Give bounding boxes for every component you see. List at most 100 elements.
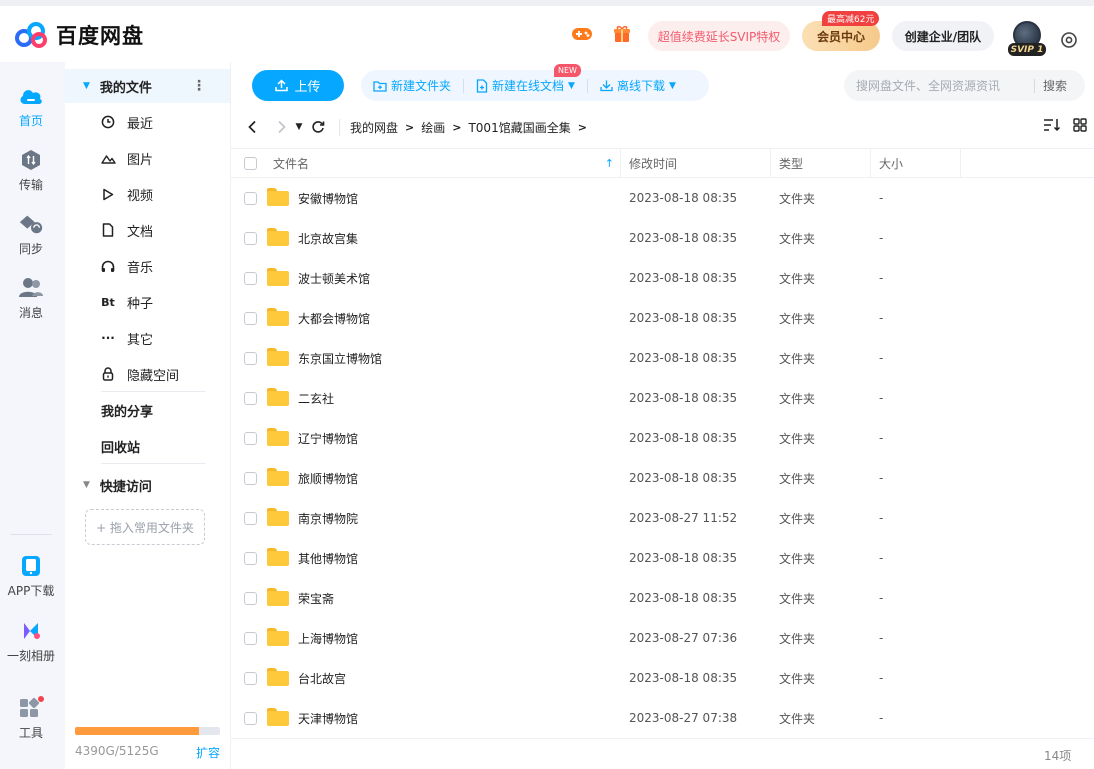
game-controller-icon[interactable] bbox=[571, 25, 593, 43]
rail-item-app-download[interactable]: APP下载 bbox=[0, 554, 62, 599]
column-label-type: 类型 bbox=[779, 157, 804, 171]
file-row[interactable]: 辽宁博物馆 2023-08-18 08:35 文件夹 - bbox=[231, 418, 1094, 458]
file-row[interactable]: 波士顿美术馆 2023-08-18 08:35 文件夹 - bbox=[231, 258, 1094, 298]
file-name[interactable]: 安徽博物馆 bbox=[298, 190, 358, 207]
sidebar-item-videos[interactable]: 视频 bbox=[65, 176, 230, 212]
new-folder-button[interactable]: 新建文件夹 bbox=[361, 77, 463, 94]
file-name[interactable]: 旅顺博物馆 bbox=[298, 470, 358, 487]
file-name[interactable]: 天津博物馆 bbox=[298, 710, 358, 727]
app-logo[interactable]: 百度网盘 bbox=[14, 20, 144, 50]
new-online-document-button[interactable]: 新建在线文档 ▼ bbox=[464, 77, 587, 94]
row-checkbox[interactable] bbox=[244, 551, 257, 565]
column-header-size[interactable]: 大小 bbox=[871, 149, 961, 178]
file-row[interactable]: 荣宝斋 2023-08-18 08:35 文件夹 - bbox=[231, 578, 1094, 618]
row-checkbox[interactable] bbox=[244, 631, 257, 645]
grid-view-icon[interactable] bbox=[1073, 118, 1087, 135]
sidebar-item-my-share[interactable]: 我的分享 bbox=[65, 392, 230, 428]
row-checkbox[interactable] bbox=[244, 671, 257, 685]
column-header-modified[interactable]: 修改时间 bbox=[621, 149, 771, 178]
sidebar-item-torrents[interactable]: Bt 种子 bbox=[65, 284, 230, 320]
file-name[interactable]: 台北故宫 bbox=[298, 670, 346, 687]
file-size: - bbox=[879, 351, 884, 365]
row-checkbox[interactable] bbox=[244, 471, 257, 485]
breadcrumb-item-current[interactable]: T001馆藏国画全集 bbox=[468, 119, 570, 136]
offline-download-button[interactable]: 离线下载 ▼ bbox=[588, 77, 688, 94]
file-row[interactable]: 北京故宫集 2023-08-18 08:35 文件夹 - bbox=[231, 218, 1094, 258]
file-name[interactable]: 荣宝斋 bbox=[298, 590, 334, 607]
sort-icon[interactable] bbox=[1043, 118, 1061, 135]
refresh-icon[interactable] bbox=[307, 116, 329, 138]
create-enterprise-team-button[interactable]: 创建企业/团队 bbox=[892, 21, 994, 51]
row-checkbox[interactable] bbox=[244, 191, 257, 205]
back-arrow-icon[interactable] bbox=[241, 116, 263, 138]
rail-item-transfer[interactable]: 传输 bbox=[0, 148, 62, 193]
drag-common-folder-dropzone[interactable]: + 拖入常用文件夹 bbox=[85, 509, 205, 545]
row-checkbox[interactable] bbox=[244, 231, 257, 245]
column-header-name[interactable]: 文件名 ↑ bbox=[231, 149, 621, 178]
sidebar-item-images[interactable]: 图片 bbox=[65, 140, 230, 176]
column-header-type[interactable]: 类型 bbox=[771, 149, 871, 178]
rail-item-moment-album[interactable]: 一刻相册 bbox=[0, 619, 62, 664]
rail-item-sync[interactable]: 同步 bbox=[0, 212, 62, 257]
row-checkbox[interactable] bbox=[244, 311, 257, 325]
sidebar-item-documents[interactable]: 文档 bbox=[65, 212, 230, 248]
sidebar-item-my-files[interactable]: ▼ 我的文件 ⋮ bbox=[65, 69, 230, 103]
row-checkbox[interactable] bbox=[244, 271, 257, 285]
file-row[interactable]: 安徽博物馆 2023-08-18 08:35 文件夹 - bbox=[231, 178, 1094, 218]
more-vertical-icon[interactable]: ⋮ bbox=[192, 78, 206, 94]
search-button[interactable]: 搜索 bbox=[1035, 77, 1075, 94]
svip-renewal-promo-button[interactable]: 超值续费延长SVIP特权 bbox=[648, 21, 790, 51]
sidebar-item-recent[interactable]: 最近 bbox=[65, 104, 230, 140]
sidebar-item-others[interactable]: ··· 其它 bbox=[65, 320, 230, 356]
upload-button[interactable]: 上传 bbox=[252, 70, 344, 101]
file-row[interactable]: 台北故宫 2023-08-18 08:35 文件夹 - bbox=[231, 658, 1094, 698]
row-checkbox[interactable] bbox=[244, 511, 257, 525]
file-row[interactable]: 大都会博物馆 2023-08-18 08:35 文件夹 - bbox=[231, 298, 1094, 338]
file-row[interactable]: 二玄社 2023-08-18 08:35 文件夹 - bbox=[231, 378, 1094, 418]
rail-item-messages[interactable]: 消息 bbox=[0, 276, 62, 321]
breadcrumb-chevron-icon[interactable]: > bbox=[578, 121, 587, 134]
forward-arrow-icon[interactable] bbox=[271, 116, 293, 138]
row-checkbox[interactable] bbox=[244, 431, 257, 445]
file-name[interactable]: 南京博物院 bbox=[298, 510, 358, 527]
file-name[interactable]: 北京故宫集 bbox=[298, 230, 358, 247]
file-name[interactable]: 其他博物馆 bbox=[298, 550, 358, 567]
sort-ascending-icon[interactable]: ↑ bbox=[605, 157, 614, 170]
file-name[interactable]: 上海博物馆 bbox=[298, 630, 358, 647]
file-name[interactable]: 二玄社 bbox=[298, 390, 334, 407]
file-row[interactable]: 南京博物院 2023-08-27 11:52 文件夹 - bbox=[231, 498, 1094, 538]
select-all-checkbox[interactable] bbox=[244, 157, 257, 170]
breadcrumb-item[interactable]: 我的网盘 bbox=[350, 119, 398, 136]
tools-icon bbox=[18, 696, 44, 720]
file-name[interactable]: 辽宁博物馆 bbox=[298, 430, 358, 447]
row-checkbox[interactable] bbox=[244, 391, 257, 405]
upload-label: 上传 bbox=[294, 80, 321, 95]
file-row[interactable]: 东京国立博物馆 2023-08-18 08:35 文件夹 - bbox=[231, 338, 1094, 378]
file-row[interactable]: 其他博物馆 2023-08-18 08:35 文件夹 - bbox=[231, 538, 1094, 578]
rail-item-tools[interactable]: 工具 bbox=[0, 696, 62, 741]
file-row[interactable]: 天津博物馆 2023-08-27 07:38 文件夹 - bbox=[231, 698, 1094, 738]
file-name[interactable]: 东京国立博物馆 bbox=[298, 350, 382, 367]
rail-item-home[interactable]: 首页 bbox=[0, 84, 62, 129]
settings-gear-icon[interactable] bbox=[1060, 31, 1078, 52]
file-row[interactable]: 旅顺博物馆 2023-08-18 08:35 文件夹 - bbox=[231, 458, 1094, 498]
file-row[interactable]: 上海博物馆 2023-08-27 07:36 文件夹 - bbox=[231, 618, 1094, 658]
user-avatar[interactable]: SVIP 1 bbox=[1007, 21, 1046, 56]
sidebar-item-music[interactable]: 音乐 bbox=[65, 248, 230, 284]
history-dropdown-icon[interactable]: ▼ bbox=[293, 116, 305, 138]
gift-icon[interactable] bbox=[611, 25, 633, 43]
new-online-document-label: 新建在线文档 bbox=[492, 79, 565, 93]
row-checkbox[interactable] bbox=[244, 591, 257, 605]
main-file-area: 上传 新建文件夹 新建在线文档 ▼ 离线下载 ▼ NEW 搜索 bbox=[230, 62, 1094, 769]
expand-storage-link[interactable]: 扩容 bbox=[196, 744, 220, 761]
sidebar-item-quick-access[interactable]: ▼ 快捷访问 bbox=[65, 467, 230, 503]
sidebar-item-recycle-bin[interactable]: 回收站 bbox=[65, 428, 230, 464]
file-name[interactable]: 波士顿美术馆 bbox=[298, 270, 370, 287]
file-name[interactable]: 大都会博物馆 bbox=[298, 310, 370, 327]
search-input[interactable] bbox=[844, 78, 1034, 93]
row-checkbox[interactable] bbox=[244, 351, 257, 365]
breadcrumb-item[interactable]: 绘画 bbox=[421, 119, 445, 136]
row-checkbox[interactable] bbox=[244, 711, 257, 725]
more-horizontal-icon: ··· bbox=[101, 331, 115, 345]
sidebar-item-hidden-space[interactable]: 隐藏空间 bbox=[65, 356, 230, 392]
